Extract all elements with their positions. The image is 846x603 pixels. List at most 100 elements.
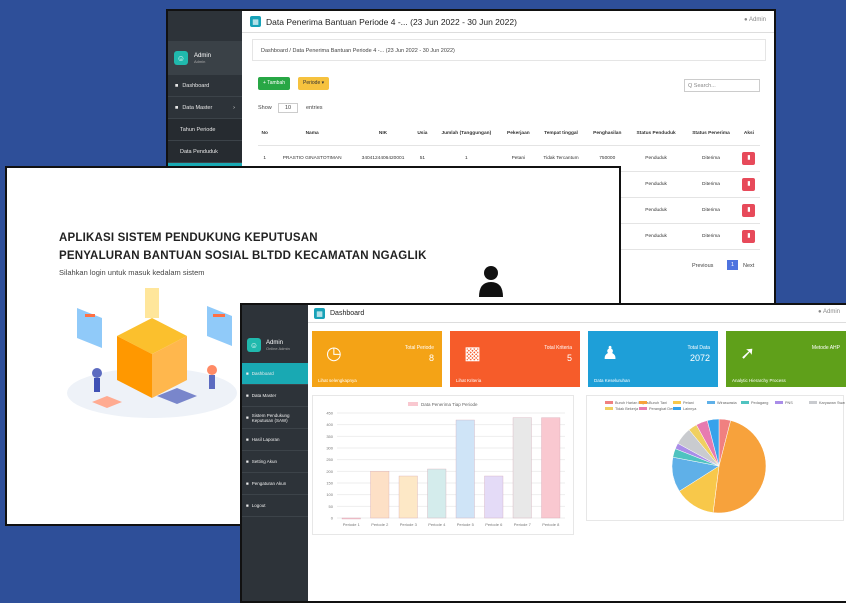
app-title-line1: APLIKASI SISTEM PENDUKUNG KEPUTUSAN — [59, 232, 318, 244]
home-icon: ■ — [246, 371, 249, 376]
legend-swatch — [775, 401, 783, 404]
table-cell: Diterima — [684, 145, 738, 172]
table-header[interactable]: NIK — [352, 123, 414, 146]
previous-button[interactable]: Previous — [692, 263, 713, 269]
stat-card[interactable]: ▩ Total Kriteria 5 Lihat Kriteria — [450, 331, 580, 387]
table-header[interactable]: Tempat tinggal — [535, 123, 587, 146]
table-cell: Penduduk — [628, 197, 685, 224]
legend-label: Wiraswasta — [717, 401, 738, 405]
sidebar-user: ☺ Admin Online Admin — [242, 327, 308, 363]
user-role: Online Admin — [266, 345, 290, 351]
card-footer[interactable]: Data Keseluruhan — [594, 378, 630, 383]
entries-label: entries — [306, 105, 323, 111]
sidebar-item-setting-akun[interactable]: ■ Setting Akun — [242, 451, 308, 473]
legend-label: Petani — [683, 401, 694, 405]
legend-swatch — [741, 401, 749, 404]
page-button[interactable]: 1 — [727, 260, 739, 270]
legend-label: Buruh Tani — [649, 401, 667, 405]
user-icon: ☺ — [174, 51, 188, 65]
gear-icon: ■ — [246, 415, 249, 420]
sidebar-item-pengaturan-akun[interactable]: ■ Pengaturan Akun — [242, 473, 308, 495]
table-header[interactable]: Penghasilan — [586, 123, 629, 146]
logout-icon: ■ — [246, 503, 249, 508]
login-subtitle: Silahkan login untuk masuk kedalam siste… — [59, 268, 205, 277]
table-cell: Penduduk — [628, 223, 685, 250]
stat-card[interactable]: ➚ Metode AHP Analytic Hierarchy Process — [726, 331, 846, 387]
bar[interactable] — [484, 475, 504, 519]
card-footer[interactable]: Analytic Hierarchy Process — [732, 378, 786, 383]
y-tick-label: 250 — [326, 457, 333, 462]
table-icon: ▦ — [250, 16, 261, 27]
folder-icon: ■ — [246, 393, 249, 398]
x-tick-label: Periode 2 — [371, 522, 389, 527]
page-title: Data Penerima Bantuan Periode 4 -... (23… — [266, 16, 517, 27]
legend-swatch — [408, 402, 418, 406]
legend-swatch — [605, 407, 613, 410]
table-header[interactable]: Pekerjaan — [501, 123, 536, 146]
bar[interactable] — [398, 475, 418, 519]
legend-swatch — [707, 401, 715, 404]
next-button[interactable]: Next — [743, 263, 754, 269]
user-login-icon[interactable] — [477, 264, 505, 298]
sidebar-item-tahun-periode[interactable]: Tahun Periode — [168, 119, 242, 141]
sidebar-item-laporan[interactable]: ■ Hasil Laporan — [242, 429, 308, 451]
x-tick-label: Periode 4 — [428, 522, 446, 527]
stat-card[interactable]: ◷ Total Periode 8 Lihat selengkapnya — [312, 331, 442, 387]
table-cell: Penduduk — [628, 171, 685, 198]
legend-swatch — [673, 401, 681, 404]
bar[interactable] — [427, 468, 447, 519]
card-number: 8 — [428, 353, 434, 363]
delete-icon[interactable]: ▮ — [742, 229, 756, 243]
table-header[interactable]: Jumlah (Tanggungan) — [431, 123, 502, 146]
legend-label: Pedagang — [751, 401, 768, 405]
admin-menu[interactable]: ● Admin — [818, 309, 840, 315]
entries-select[interactable]: 10 — [278, 103, 299, 113]
card-footer[interactable]: Lihat selengkapnya — [318, 378, 357, 383]
delete-icon[interactable]: ▮ — [742, 177, 756, 191]
card-footer[interactable]: Lihat Kriteria — [456, 378, 481, 383]
sidebar-item-data-master[interactable]: ■ Data Master — [242, 385, 308, 407]
x-tick-label: Periode 6 — [485, 522, 503, 527]
x-tick-label: Periode 7 — [514, 522, 532, 527]
stat-card[interactable]: ♟ Total Data 2072 Data Keseluruhan — [588, 331, 718, 387]
y-tick-label: 100 — [326, 492, 333, 497]
users-icon: ♟ — [602, 343, 619, 363]
sidebar-item-data-penduduk[interactable]: Data Penduduk — [168, 141, 242, 163]
legend-swatch — [809, 401, 817, 404]
x-tick-label: Periode 8 — [542, 522, 560, 527]
user-name: Admin — [194, 52, 212, 59]
y-tick-label: 200 — [326, 469, 333, 474]
delete-icon[interactable]: ▮ — [742, 151, 756, 165]
table-header[interactable]: Usia — [413, 123, 432, 146]
table-header[interactable]: Status Penduduk — [628, 123, 685, 146]
search-input[interactable]: Q Search... — [684, 79, 760, 92]
tambah-button[interactable]: + Tambah — [258, 77, 291, 90]
table-header[interactable]: Status Penerima — [684, 123, 738, 146]
bar[interactable] — [370, 471, 390, 519]
bar[interactable] — [541, 417, 561, 519]
bar[interactable] — [341, 517, 361, 520]
sidebar-item-data-master[interactable]: ■ Data Master › — [168, 97, 242, 119]
delete-icon[interactable]: ▮ — [742, 203, 756, 217]
periode-button[interactable]: Periode ▾ — [298, 77, 330, 90]
sidebar-item-dashboard[interactable]: ■ Dashboard — [242, 363, 308, 385]
table-header[interactable]: Nama — [271, 123, 353, 146]
sidebar-item-spk[interactable]: ■ Sistem Pendukung Keputusan (SAW) — [242, 407, 308, 429]
card-number: 5 — [566, 353, 572, 363]
page-title: Dashboard — [330, 310, 365, 317]
sidebar: ☺ Admin Online Admin ■ Dashboard ■ Data Ma… — [242, 305, 308, 601]
aksi-cell: ▮ — [737, 223, 760, 250]
table-header[interactable]: Aksi — [737, 123, 760, 146]
x-tick-label: Periode 5 — [457, 522, 475, 527]
chevron-icon: › — [233, 104, 235, 111]
clock-icon: ◷ — [326, 343, 342, 363]
card-label: Total Kriteria — [544, 345, 572, 351]
bar[interactable] — [455, 419, 475, 519]
sidebar-item-dashboard[interactable]: ■ Dashboard — [168, 75, 242, 97]
bar[interactable] — [512, 417, 532, 519]
card-number: 2072 — [689, 353, 710, 363]
sidebar-item-logout[interactable]: ■ Logout — [242, 495, 308, 517]
chart-icon: ▩ — [464, 343, 482, 363]
table-header[interactable]: No — [258, 123, 272, 146]
admin-menu[interactable]: ● Admin — [744, 17, 766, 23]
